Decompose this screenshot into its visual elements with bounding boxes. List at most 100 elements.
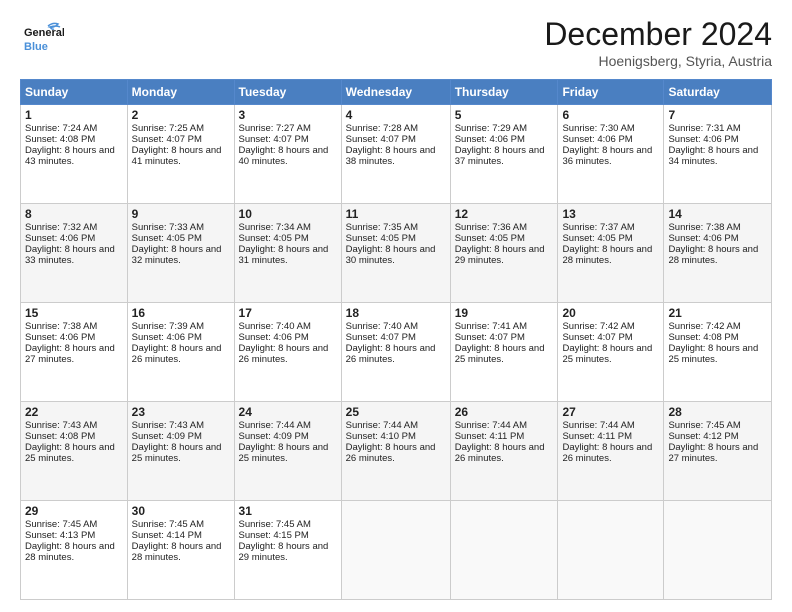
sunrise: Sunrise: 7:44 AM bbox=[239, 420, 311, 431]
sunset: Sunset: 4:09 PM bbox=[132, 431, 202, 442]
header: General Blue December 2024 Hoenigsberg, … bbox=[20, 16, 772, 69]
day-number: 28 bbox=[668, 405, 767, 419]
sunset: Sunset: 4:05 PM bbox=[132, 233, 202, 244]
day-number: 7 bbox=[668, 108, 767, 122]
month-title: December 2024 bbox=[544, 16, 772, 53]
daylight: Daylight: 8 hours and 36 minutes. bbox=[562, 145, 652, 167]
calendar-cell bbox=[450, 501, 558, 600]
day-number: 6 bbox=[562, 108, 659, 122]
sunrise: Sunrise: 7:40 AM bbox=[346, 321, 418, 332]
calendar-cell: 31Sunrise: 7:45 AMSunset: 4:15 PMDayligh… bbox=[234, 501, 341, 600]
logo: General Blue bbox=[20, 16, 66, 60]
svg-text:General: General bbox=[24, 27, 64, 39]
location: Hoenigsberg, Styria, Austria bbox=[544, 53, 772, 69]
calendar-cell: 18Sunrise: 7:40 AMSunset: 4:07 PMDayligh… bbox=[341, 303, 450, 402]
sunrise: Sunrise: 7:43 AM bbox=[25, 420, 97, 431]
calendar-cell: 8Sunrise: 7:32 AMSunset: 4:06 PMDaylight… bbox=[21, 204, 128, 303]
day-number: 24 bbox=[239, 405, 337, 419]
day-number: 8 bbox=[25, 207, 123, 221]
day-number: 22 bbox=[25, 405, 123, 419]
calendar-cell: 27Sunrise: 7:44 AMSunset: 4:11 PMDayligh… bbox=[558, 402, 664, 501]
calendar-cell: 19Sunrise: 7:41 AMSunset: 4:07 PMDayligh… bbox=[450, 303, 558, 402]
day-number: 4 bbox=[346, 108, 446, 122]
sunrise: Sunrise: 7:45 AM bbox=[239, 519, 311, 530]
sunrise: Sunrise: 7:36 AM bbox=[455, 222, 527, 233]
sunrise: Sunrise: 7:31 AM bbox=[668, 123, 740, 134]
calendar-cell: 23Sunrise: 7:43 AMSunset: 4:09 PMDayligh… bbox=[127, 402, 234, 501]
sunrise: Sunrise: 7:43 AM bbox=[132, 420, 204, 431]
weekday-header: Thursday bbox=[450, 80, 558, 105]
day-number: 16 bbox=[132, 306, 230, 320]
daylight: Daylight: 8 hours and 30 minutes. bbox=[346, 244, 436, 266]
weekday-header: Wednesday bbox=[341, 80, 450, 105]
daylight: Daylight: 8 hours and 26 minutes. bbox=[346, 442, 436, 464]
sunset: Sunset: 4:05 PM bbox=[239, 233, 309, 244]
calendar-cell: 28Sunrise: 7:45 AMSunset: 4:12 PMDayligh… bbox=[664, 402, 772, 501]
daylight: Daylight: 8 hours and 28 minutes. bbox=[668, 244, 758, 266]
sunrise: Sunrise: 7:29 AM bbox=[455, 123, 527, 134]
sunset: Sunset: 4:06 PM bbox=[132, 332, 202, 343]
sunset: Sunset: 4:09 PM bbox=[239, 431, 309, 442]
day-number: 25 bbox=[346, 405, 446, 419]
sunset: Sunset: 4:06 PM bbox=[668, 233, 738, 244]
calendar-cell: 29Sunrise: 7:45 AMSunset: 4:13 PMDayligh… bbox=[21, 501, 128, 600]
daylight: Daylight: 8 hours and 26 minutes. bbox=[132, 343, 222, 365]
calendar-cell: 17Sunrise: 7:40 AMSunset: 4:06 PMDayligh… bbox=[234, 303, 341, 402]
calendar-cell: 21Sunrise: 7:42 AMSunset: 4:08 PMDayligh… bbox=[664, 303, 772, 402]
sunrise: Sunrise: 7:44 AM bbox=[346, 420, 418, 431]
daylight: Daylight: 8 hours and 26 minutes. bbox=[239, 343, 329, 365]
sunset: Sunset: 4:06 PM bbox=[455, 134, 525, 145]
logo-icon: General Blue bbox=[20, 16, 64, 60]
sunrise: Sunrise: 7:38 AM bbox=[25, 321, 97, 332]
calendar-cell bbox=[664, 501, 772, 600]
sunrise: Sunrise: 7:27 AM bbox=[239, 123, 311, 134]
calendar-cell: 15Sunrise: 7:38 AMSunset: 4:06 PMDayligh… bbox=[21, 303, 128, 402]
sunrise: Sunrise: 7:28 AM bbox=[346, 123, 418, 134]
calendar-cell: 14Sunrise: 7:38 AMSunset: 4:06 PMDayligh… bbox=[664, 204, 772, 303]
calendar-cell: 2Sunrise: 7:25 AMSunset: 4:07 PMDaylight… bbox=[127, 105, 234, 204]
day-number: 31 bbox=[239, 504, 337, 518]
sunset: Sunset: 4:06 PM bbox=[668, 134, 738, 145]
day-number: 14 bbox=[668, 207, 767, 221]
calendar-cell: 6Sunrise: 7:30 AMSunset: 4:06 PMDaylight… bbox=[558, 105, 664, 204]
daylight: Daylight: 8 hours and 26 minutes. bbox=[455, 442, 545, 464]
sunset: Sunset: 4:05 PM bbox=[346, 233, 416, 244]
daylight: Daylight: 8 hours and 28 minutes. bbox=[25, 541, 115, 563]
sunset: Sunset: 4:13 PM bbox=[25, 530, 95, 541]
sunset: Sunset: 4:08 PM bbox=[25, 134, 95, 145]
sunrise: Sunrise: 7:38 AM bbox=[668, 222, 740, 233]
sunset: Sunset: 4:06 PM bbox=[25, 332, 95, 343]
daylight: Daylight: 8 hours and 26 minutes. bbox=[562, 442, 652, 464]
day-number: 1 bbox=[25, 108, 123, 122]
daylight: Daylight: 8 hours and 27 minutes. bbox=[25, 343, 115, 365]
daylight: Daylight: 8 hours and 28 minutes. bbox=[132, 541, 222, 563]
sunrise: Sunrise: 7:39 AM bbox=[132, 321, 204, 332]
daylight: Daylight: 8 hours and 26 minutes. bbox=[346, 343, 436, 365]
sunset: Sunset: 4:14 PM bbox=[132, 530, 202, 541]
calendar-cell: 16Sunrise: 7:39 AMSunset: 4:06 PMDayligh… bbox=[127, 303, 234, 402]
daylight: Daylight: 8 hours and 25 minutes. bbox=[455, 343, 545, 365]
weekday-header: Tuesday bbox=[234, 80, 341, 105]
sunrise: Sunrise: 7:45 AM bbox=[132, 519, 204, 530]
day-number: 19 bbox=[455, 306, 554, 320]
calendar-cell: 25Sunrise: 7:44 AMSunset: 4:10 PMDayligh… bbox=[341, 402, 450, 501]
sunrise: Sunrise: 7:44 AM bbox=[562, 420, 634, 431]
day-number: 20 bbox=[562, 306, 659, 320]
daylight: Daylight: 8 hours and 29 minutes. bbox=[455, 244, 545, 266]
weekday-header: Saturday bbox=[664, 80, 772, 105]
daylight: Daylight: 8 hours and 40 minutes. bbox=[239, 145, 329, 167]
daylight: Daylight: 8 hours and 28 minutes. bbox=[562, 244, 652, 266]
sunrise: Sunrise: 7:42 AM bbox=[562, 321, 634, 332]
sunrise: Sunrise: 7:35 AM bbox=[346, 222, 418, 233]
calendar-cell: 1Sunrise: 7:24 AMSunset: 4:08 PMDaylight… bbox=[21, 105, 128, 204]
daylight: Daylight: 8 hours and 38 minutes. bbox=[346, 145, 436, 167]
calendar-cell bbox=[341, 501, 450, 600]
sunrise: Sunrise: 7:30 AM bbox=[562, 123, 634, 134]
sunrise: Sunrise: 7:24 AM bbox=[25, 123, 97, 134]
sunrise: Sunrise: 7:37 AM bbox=[562, 222, 634, 233]
sunrise: Sunrise: 7:40 AM bbox=[239, 321, 311, 332]
sunrise: Sunrise: 7:45 AM bbox=[668, 420, 740, 431]
sunset: Sunset: 4:07 PM bbox=[239, 134, 309, 145]
day-number: 29 bbox=[25, 504, 123, 518]
daylight: Daylight: 8 hours and 41 minutes. bbox=[132, 145, 222, 167]
